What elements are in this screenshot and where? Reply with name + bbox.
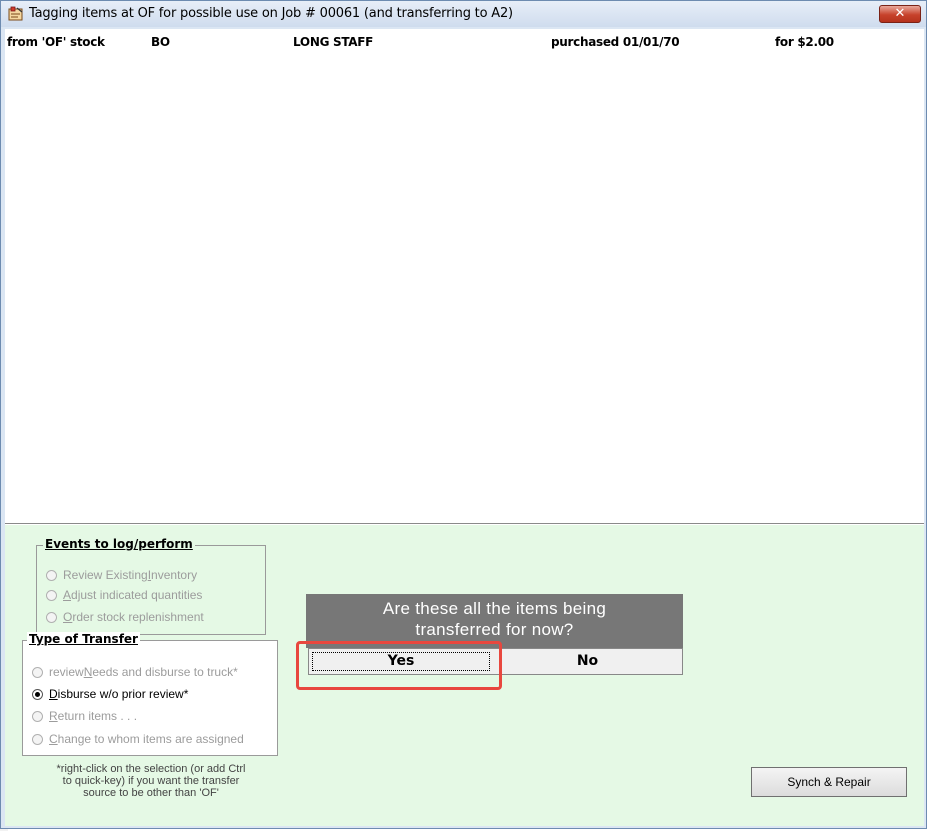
events-group-title: Events to log/perform [43,537,195,551]
events-group: Events to log/perform Review Existing In… [36,537,266,635]
radio-circle [46,569,57,581]
radio-circle-checked [32,688,43,700]
yes-button-highlight [296,641,502,690]
item-purchased: purchased 01/01/70 [551,35,680,49]
radio-change-assignment[interactable]: Change to whom items are assigned [32,732,244,746]
item-description: LONG STAFF [293,35,374,49]
radio-circle [32,666,43,678]
synch-repair-button[interactable]: Synch & Repair [751,767,907,797]
close-icon: ✕ [894,6,906,21]
no-button[interactable]: No [493,648,683,675]
radio-circle [46,589,57,601]
transfer-footnote: *right-click on the selection (or add Ct… [56,763,246,799]
close-button[interactable]: ✕ [879,5,921,23]
item-price: for $2.00 [775,35,834,49]
app-icon [8,6,23,21]
radio-circle [46,611,57,623]
radio-adjust-quantities[interactable]: Adjust indicated quantities [46,588,202,602]
items-list[interactable]: from 'OF' stock BO LONG STAFF purchased … [5,29,924,523]
transfer-type-title: Type of Transfer [27,632,140,646]
title-bar[interactable]: Tagging items at OF for possible use on … [1,1,926,27]
list-item[interactable]: from 'OF' stock BO LONG STAFF purchased … [7,35,924,51]
window-title: Tagging items at OF for possible use on … [29,6,513,21]
confirm-question: Are these all the items being transferre… [306,594,683,648]
radio-disburse[interactable]: Disburse w/o prior review* [32,687,188,701]
item-source: from 'OF' stock [7,35,105,49]
radio-review-needs[interactable]: review Needs and disburse to truck* [32,665,238,679]
radio-return-items[interactable]: Return items . . . [32,709,137,723]
radio-review-inventory[interactable]: Review Existing Inventory [46,568,197,582]
transfer-type-group: Type of Transfer review Needs and disbur… [22,632,278,756]
item-code: BO [151,35,170,49]
radio-circle [32,710,43,722]
radio-circle [32,733,43,745]
radio-order-stock[interactable]: Order stock replenishment [46,610,204,624]
